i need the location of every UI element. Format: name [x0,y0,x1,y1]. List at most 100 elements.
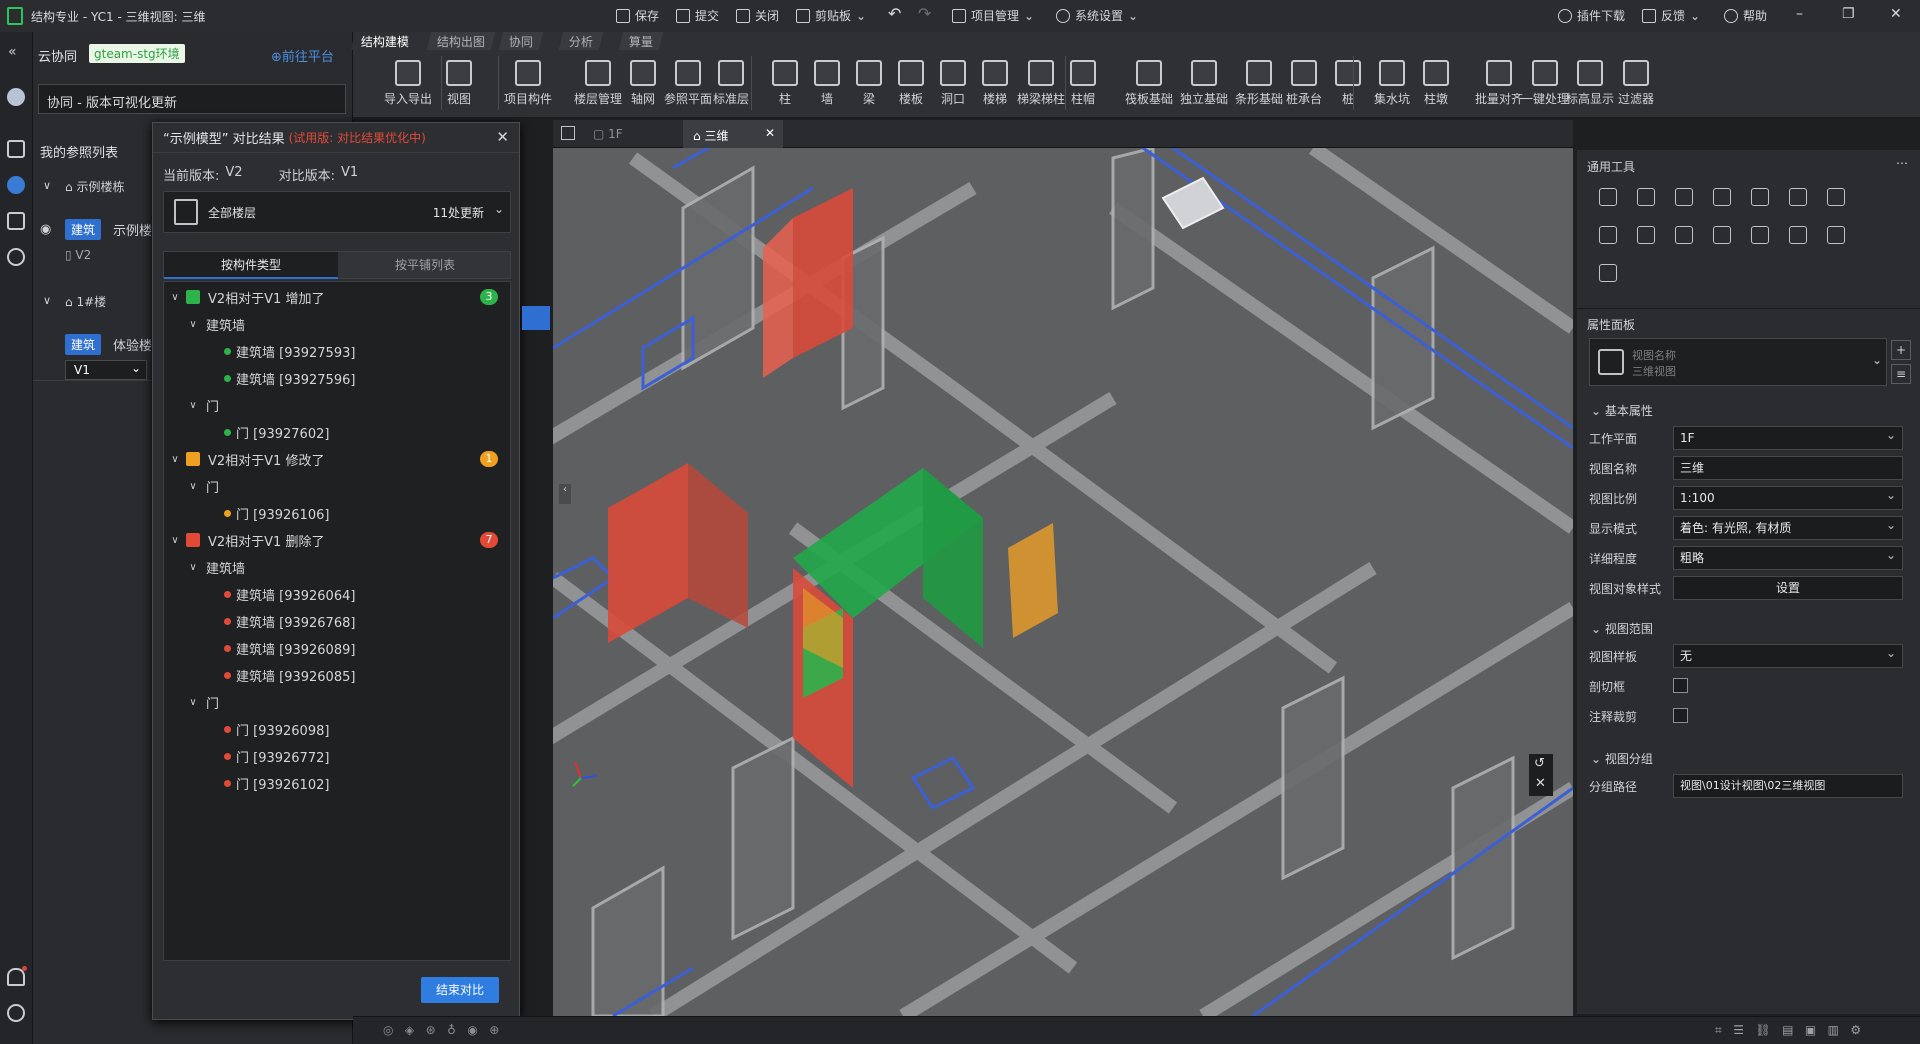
add-view-button[interactable]: + [1891,340,1911,360]
3d-viewport[interactable]: ‹ ↺ ✕ [553,148,1573,1016]
eye-icon[interactable]: ◉ [40,222,51,237]
edit-tool-icon-10[interactable] [1713,226,1731,244]
view-range-section[interactable]: ⌄ 视图范围 [1591,620,1653,637]
tool-button-14[interactable]: 柱帽 [1055,60,1111,107]
edit-tool-icon-4[interactable] [1751,188,1769,206]
view-group-section[interactable]: ⌄ 视图分组 [1591,750,1653,767]
chevron-down-icon[interactable]: ∨ [43,294,51,307]
tool-button-2[interactable]: 项目构件 [500,60,556,107]
clipboard-button[interactable]: 剪贴板 ⌄ [796,7,866,24]
tab-structure-model[interactable]: 结构建模 [350,32,420,50]
group-modified[interactable]: ∨ V2相对于V1 修改了 1 [164,448,510,470]
tab-analysis[interactable]: 分析 [558,32,604,50]
plugin-download-button[interactable]: 插件下载 [1558,7,1625,24]
object-style-settings-button[interactable]: 设置 [1673,576,1903,600]
edit-tool-icon-0[interactable] [1599,188,1617,206]
help-button[interactable]: 帮助 [1724,7,1767,24]
annotation-crop-checkbox[interactable] [1673,708,1688,723]
edit-tool-icon-9[interactable] [1675,226,1693,244]
collab-icon[interactable] [7,176,25,194]
list-item[interactable]: 门 [93926102] [224,772,329,794]
tree-item-building-1[interactable]: ⌂ 1#楼 [65,293,106,310]
subgroup-door[interactable]: ∨ 门 [186,691,219,713]
system-settings-button[interactable]: 系统设置 ⌄ [1056,7,1138,24]
tool-button-0[interactable]: 导入导出 [380,60,436,107]
cube-icon[interactable] [7,140,25,158]
group-path-field[interactable]: 视图\01设计视图\02三维视图 [1673,774,1903,798]
close-window-button[interactable]: ✕ [1890,6,1902,22]
subgroup-door[interactable]: ∨ 门 [186,475,219,497]
view-name-field[interactable]: 三维 [1673,456,1903,480]
end-compare-button[interactable]: 结束对比 [421,977,499,1003]
edit-tool-icon-5[interactable] [1789,188,1807,206]
file-icon[interactable] [7,212,25,230]
tab-quantity[interactable]: 算量 [618,32,664,50]
list-item[interactable]: 建筑墙 [93926089] [224,637,355,659]
redo-button[interactable]: ↷ [918,4,931,23]
edit-tool-icon-7[interactable] [1599,226,1617,244]
close-icon[interactable]: ✕ [496,128,509,146]
list-item[interactable]: 门 [93926106] [224,502,329,524]
tool-button-25[interactable]: 过滤器 [1608,60,1664,107]
subgroup-wall[interactable]: ∨ 建筑墙 [186,556,245,578]
edit-tool-icon-12[interactable] [1789,226,1807,244]
work-plane-select[interactable]: 1F [1673,424,1903,450]
tree-item-model-2[interactable]: 体验楼 [113,335,152,354]
tree-item-building[interactable]: ⌂ 示例楼栋 [65,178,124,195]
subgroup-wall[interactable]: ∨ 建筑墙 [186,313,245,335]
edit-tool-icon-8[interactable] [1637,226,1655,244]
undo-button[interactable]: ↶ [888,4,901,23]
detail-level-select[interactable]: 粗略 [1673,544,1903,570]
version-search-input[interactable]: 协同 - 版本可视化更新 [38,84,346,114]
close-doc-button[interactable]: 关闭 [736,7,779,24]
edit-tool-icon-2[interactable] [1675,188,1693,206]
tab-collab[interactable]: 协同 [498,32,544,50]
floor-select[interactable]: 全部楼层 11处更新 ⌄ [163,191,511,233]
tool-button-1[interactable]: 视图 [431,60,487,107]
project-manage-button[interactable]: 项目管理 ⌄ [952,7,1034,24]
new-view-icon[interactable] [561,126,575,140]
version-select[interactable]: V1 ⌄ [65,360,147,380]
platform-link[interactable]: ⊕前往平台 [271,46,334,65]
minimize-button[interactable]: – [1796,6,1803,22]
splitter-handle[interactable] [522,306,550,330]
save-button[interactable]: 保存 [616,7,659,24]
tab-3d[interactable]: ⌂ 三维 ✕ [683,120,783,148]
list-item[interactable]: 建筑墙 [93927596] [224,367,355,389]
list-item[interactable]: 建筑墙 [93926064] [224,583,355,605]
tool-button-21[interactable]: 柱墩 [1408,60,1464,107]
list-item[interactable]: 门 [93926772] [224,745,329,767]
view-scale-select[interactable]: 1:100 [1673,484,1903,510]
view-template-select[interactable]: 无 [1673,642,1903,668]
close-icon[interactable]: ✕ [765,126,775,140]
list-item[interactable]: 建筑墙 [93927593] [224,340,355,362]
collapse-icon[interactable]: « [8,44,17,60]
feedback-button[interactable]: 反馈 ⌄ [1642,7,1700,24]
tab-by-type[interactable]: 按构件类型 [164,252,338,279]
basic-props-section[interactable]: ⌄ 基本属性 [1591,402,1653,419]
tree-item-model[interactable]: 示例楼 [113,220,152,239]
group-added[interactable]: ∨ V2相对于V1 增加了 3 [164,286,510,308]
list-item[interactable]: 建筑墙 [93926085] [224,664,355,686]
collapse-panel-icon[interactable]: ‹ [559,484,571,504]
tab-1f[interactable]: ▢ 1F [583,120,683,148]
edit-tool-icon-13[interactable] [1827,226,1845,244]
help-icon[interactable] [7,248,25,266]
deleted-wall[interactable] [793,188,853,358]
display-mode-select[interactable]: 着色: 有光照, 有材质 [1673,514,1903,540]
edit-tool-icon-3[interactable] [1713,188,1731,206]
subgroup-door[interactable]: ∨ 门 [186,394,219,416]
reset-view-icon[interactable]: ↺ [1534,756,1545,771]
restore-button[interactable]: ❐ [1842,6,1855,22]
edit-tool-icon-11[interactable] [1751,226,1769,244]
cloud-upload-icon[interactable] [7,1004,25,1022]
submit-button[interactable]: 提交 [676,7,719,24]
tab-flat-list[interactable]: 按平铺列表 [338,252,512,279]
edit-tool-icon-1[interactable] [1637,188,1655,206]
tool-button-15[interactable]: 筏板基础 [1121,60,1177,107]
view-list-button[interactable]: ≡ [1891,364,1911,384]
more-icon[interactable]: ⋯ [1896,156,1908,170]
view-type-select[interactable]: 视图名称 三维视图 ⌄ [1589,338,1887,386]
section-box-checkbox[interactable] [1673,678,1688,693]
group-deleted[interactable]: ∨ V2相对于V1 删除了 7 [164,529,510,551]
